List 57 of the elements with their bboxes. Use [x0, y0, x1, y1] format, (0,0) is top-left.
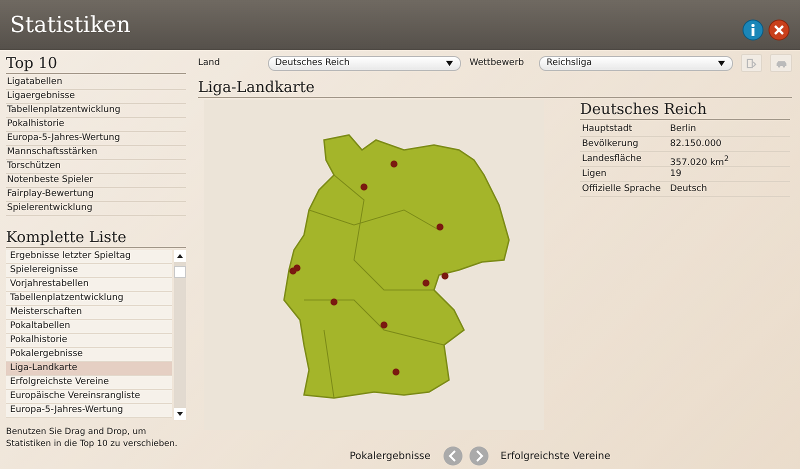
list-item[interactable]: Pokaltabellen	[6, 320, 172, 334]
list-item[interactable]: Europäische Vereinsrangliste	[6, 390, 172, 404]
close-icon[interactable]	[768, 19, 790, 41]
dropdown[interactable]: Deutsches Reich	[268, 56, 462, 70]
section-heading: Top 10	[6, 54, 186, 74]
list-item[interactable]: Vorjahrestabellen	[6, 278, 172, 292]
list-item[interactable]: Europa-5-Jahres-Wertung	[6, 132, 186, 146]
info-label: Landesfläche	[582, 153, 643, 166]
section-heading: Liga-Landkarte	[198, 78, 792, 98]
list-item[interactable]: Tabellenplatzentwicklung	[6, 104, 186, 118]
list-item[interactable]: Pokalhistorie	[6, 334, 172, 348]
info-value: 82.150.000	[670, 138, 722, 151]
list-item[interactable]: Erfolgreichste Vereine	[6, 376, 172, 390]
filter-label: Wettbewerb	[469, 58, 526, 68]
scroll-up-icon[interactable]	[174, 250, 186, 262]
caret-icon	[716, 60, 726, 66]
info-value: 357.020 km$^{2}$	[670, 153, 729, 166]
list-item[interactable]: Europa-5-Jahres-Wertung	[6, 404, 172, 418]
info-label: Hauptstadt	[582, 123, 634, 136]
section-heading: Komplette Liste	[6, 228, 186, 248]
next-link[interactable]: Erfolgreichste Vereine	[500, 450, 610, 462]
list-item[interactable]: Pokalergebnisse	[6, 348, 172, 362]
list-item[interactable]: Ligaergebnisse	[6, 90, 186, 104]
list-item[interactable]: Mannschaftsstärken	[6, 146, 186, 160]
list-item[interactable]: Pokalhistorie	[6, 118, 186, 132]
list-item[interactable]: Spielerentwicklung	[6, 202, 186, 216]
toolbar-button[interactable]	[770, 54, 792, 72]
scrollbar[interactable]	[174, 250, 186, 420]
previous-icon[interactable]	[442, 446, 463, 466]
scroll-thumb[interactable]	[174, 266, 186, 278]
list-item[interactable]: Meisterschaften	[6, 306, 172, 320]
list-item[interactable]: Ligatabellen	[6, 76, 186, 90]
list-item[interactable]: Notenbeste Spieler	[6, 174, 186, 188]
info-icon[interactable]	[742, 19, 764, 41]
hint-text: Benutzen Sie Drag and Drop, um Statistiken in die Top 10 zu verschieben.	[6, 426, 178, 450]
filter-label: Land	[198, 58, 221, 68]
caret-icon	[445, 60, 454, 66]
list-item[interactable]: Fairplay-Bewertung	[6, 188, 186, 202]
toolbar-button[interactable]	[740, 54, 762, 72]
info-value: 19	[670, 168, 682, 181]
window-title: Statistiken	[10, 12, 131, 38]
dropdown[interactable]: Reichsliga	[539, 56, 733, 70]
list-item[interactable]: Liga-Landkarte	[6, 362, 172, 376]
list-item[interactable]: Spielereignisse	[6, 264, 172, 278]
export-icon	[745, 56, 758, 70]
info-value: Deutsch	[670, 183, 708, 196]
next-icon[interactable]	[468, 446, 489, 466]
country-heading: Deutsches Reich	[580, 100, 790, 120]
info-label: Ligen	[582, 168, 608, 181]
scroll-down-icon[interactable]	[174, 408, 186, 420]
list-item[interactable]: Tabellenplatzentwicklung	[6, 292, 172, 306]
info-label: Offizielle Sprache	[582, 183, 662, 196]
list-item[interactable]: Torschützen	[6, 160, 186, 174]
info-label: Bevölkerung	[582, 138, 640, 151]
info-value: Berlin	[670, 123, 696, 136]
list-item[interactable]: Ergebnisse letzter Spieltag	[6, 250, 172, 264]
previous-link[interactable]: Pokalergebnisse	[350, 450, 431, 462]
